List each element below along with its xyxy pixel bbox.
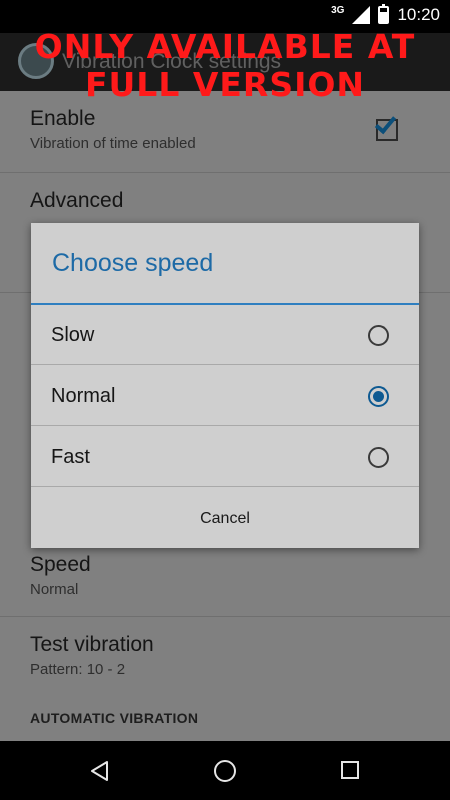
speed-option-fast[interactable]: Fast: [31, 427, 419, 487]
divider: [0, 616, 450, 617]
pref-test-vibration-title: Test vibration: [30, 633, 154, 656]
pref-speed[interactable]: Speed Normal: [30, 553, 91, 598]
pref-advanced-title: Advanced: [30, 189, 124, 212]
pref-test-vibration-summary: Pattern: 10 - 2: [30, 661, 126, 678]
banner-line-1: ONLY AVAILABLE AT: [34, 27, 416, 66]
speed-option-normal[interactable]: Normal: [31, 366, 419, 426]
recents-icon[interactable]: [341, 761, 359, 779]
battery-icon: [378, 4, 390, 24]
status-time: 10:20: [397, 5, 440, 24]
category-automatic-vibration: AUTOMATIC VIBRATION: [30, 710, 199, 726]
enable-checkbox[interactable]: [374, 111, 398, 141]
cancel-button[interactable]: Cancel: [31, 489, 419, 548]
check-icon: [374, 111, 397, 135]
back-icon[interactable]: [88, 759, 112, 783]
choose-speed-dialog: Choose speed Slow Normal Fast Cancel: [31, 223, 419, 548]
pref-enable-summary: Vibration of time enabled: [30, 135, 196, 152]
option-label: Normal: [51, 385, 116, 407]
speed-option-slow[interactable]: Slow: [31, 305, 419, 365]
navigation-bar: [0, 741, 450, 800]
pref-test-vibration[interactable]: Test vibration Pattern: 10 - 2: [30, 633, 154, 678]
pref-advanced[interactable]: Advanced: [30, 189, 123, 213]
option-label: Slow: [51, 324, 95, 346]
pref-speed-title: Speed: [30, 553, 91, 576]
radio-selected-dot: [373, 391, 384, 402]
radio-button[interactable]: [368, 325, 389, 346]
option-label: Fast: [51, 446, 90, 468]
full-version-banner: ONLY AVAILABLE AT FULL VERSION: [0, 28, 450, 104]
home-icon[interactable]: [214, 760, 236, 782]
divider: [0, 172, 450, 173]
signal-icon: [352, 6, 371, 24]
pref-enable[interactable]: Enable Vibration of time enabled: [30, 107, 196, 152]
pref-speed-summary: Normal: [30, 581, 79, 598]
banner-line-2: FULL VERSION: [84, 65, 366, 104]
dialog-title: Choose speed: [52, 249, 214, 277]
radio-button-selected[interactable]: [368, 386, 389, 407]
network-type-label: 3G: [331, 4, 345, 16]
pref-enable-title: Enable: [30, 107, 96, 130]
status-icons: 3G 10:20: [331, 4, 440, 25]
radio-button[interactable]: [368, 447, 389, 468]
